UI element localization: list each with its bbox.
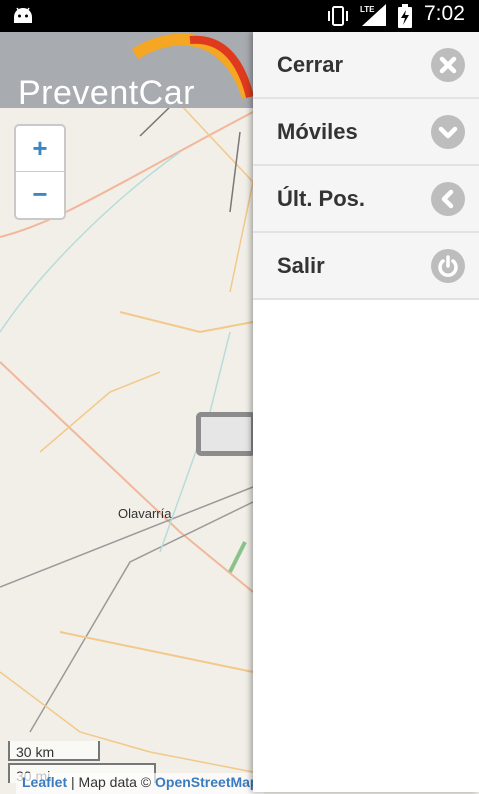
menu-item-salir[interactable]: Salir	[253, 233, 479, 300]
osm-link[interactable]: OpenStreetMap	[155, 774, 258, 790]
menu-item-cerrar[interactable]: Cerrar	[253, 32, 479, 99]
menu-item-label: Móviles	[277, 119, 358, 144]
vibrate-icon	[328, 6, 348, 26]
svg-text:LTE: LTE	[360, 5, 375, 14]
menu-item-label: Últ. Pos.	[277, 186, 366, 211]
menu-item-label: Cerrar	[277, 52, 344, 77]
attribution-separator: | Map data ©	[67, 774, 156, 790]
menu-item-ult-pos[interactable]: Últ. Pos.	[253, 166, 479, 233]
menu-item-label: Salir	[277, 253, 325, 278]
power-circle-icon[interactable]	[431, 249, 465, 283]
signal-icon: LTE	[360, 4, 386, 26]
close-circle-icon[interactable]	[431, 48, 465, 82]
map-marker-popup[interactable]	[196, 412, 256, 456]
clock: 7:02	[424, 2, 465, 25]
leaflet-link[interactable]: Leaflet	[22, 774, 67, 790]
side-menu: Cerrar Móviles Últ. Pos. Salir	[253, 32, 479, 792]
zoom-control: + −	[14, 124, 66, 220]
brand-title: PreventCar	[18, 74, 195, 112]
zoom-in-button[interactable]: +	[16, 126, 64, 171]
scale-km: 30 km	[8, 741, 100, 761]
app-header: PreventCar	[0, 32, 253, 112]
android-icon	[14, 7, 32, 23]
city-label: Olavarría	[118, 506, 172, 521]
chevron-down-circle-icon[interactable]	[431, 115, 465, 149]
chevron-left-circle-icon[interactable]	[431, 182, 465, 216]
battery-charging-icon	[398, 4, 412, 28]
status-bar: LTE 7:02	[0, 0, 479, 32]
zoom-out-button[interactable]: −	[16, 171, 64, 217]
menu-item-moviles[interactable]: Móviles	[253, 99, 479, 166]
map-attribution: Leaflet | Map data © OpenStreetMap	[16, 773, 265, 794]
